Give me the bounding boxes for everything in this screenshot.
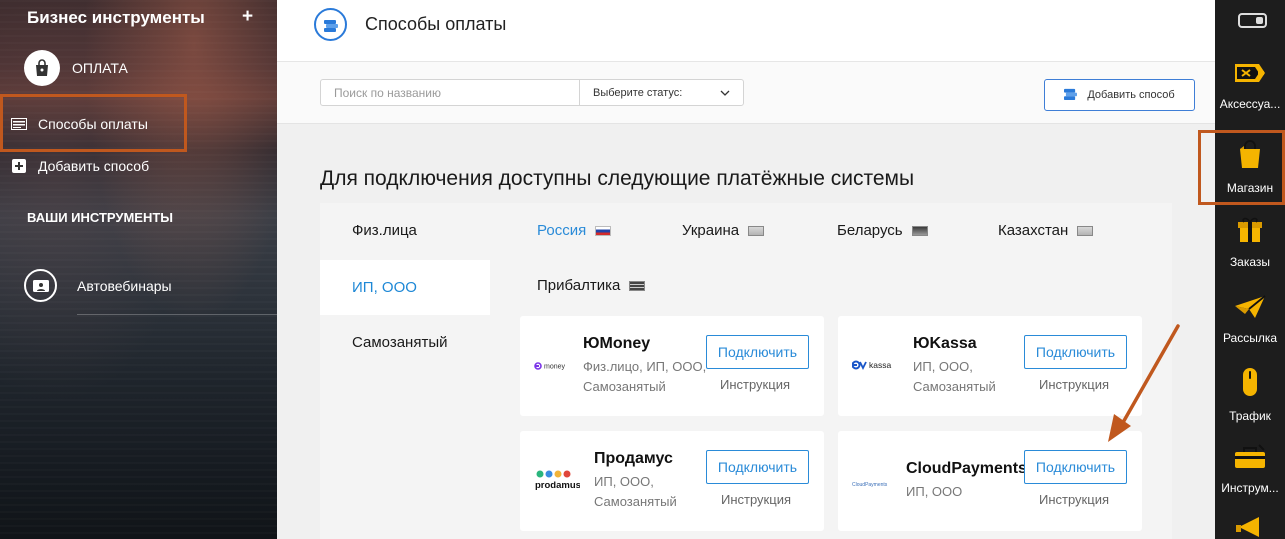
rbar-label: Трафик	[1229, 409, 1271, 423]
entity-type-tabs: Физ.лица ИП, ООО Самозанятый	[320, 203, 490, 539]
country-label: Казахстан	[998, 222, 1069, 239]
tab-country-ukraine[interactable]: Украина	[682, 222, 765, 239]
payment-description: Физ.лицо, ИП, ООО, Самозанятый	[583, 359, 707, 394]
sidebar-title: Бизнес инструменты	[27, 8, 205, 27]
russia-flag-icon	[595, 225, 612, 236]
rbar-label: Инструм...	[1221, 481, 1279, 495]
section-title: Для подключения доступны следующие платё…	[320, 167, 915, 190]
tab-ip-ooo[interactable]: ИП, ООО	[320, 260, 490, 315]
payment-name: CloudPayments	[906, 460, 1027, 477]
yukassa-logo-text: kassa	[869, 360, 891, 370]
rbar-label: Аксессуа...	[1219, 97, 1281, 111]
rbar-item-traffic[interactable]: Трафик	[1215, 366, 1285, 423]
prodamus-logo: prodamus	[534, 469, 581, 496]
highlight-annotation	[0, 94, 187, 152]
payment-name: Продамус	[594, 450, 673, 467]
country-label: Беларусь	[837, 222, 903, 239]
page-title: Способы оплаты	[365, 14, 507, 34]
rbar-item-mailing[interactable]: Рассылка	[1215, 292, 1285, 345]
payment-card-yumoney: money ЮMoney Физ.лицо, ИП, ООО, Самозаня…	[520, 316, 824, 416]
sidebar-section-title: ВАШИ ИНСТРУМЕНТЫ	[27, 210, 174, 225]
gift-box-icon	[1237, 216, 1263, 249]
rbar-item-orders[interactable]: Заказы	[1215, 216, 1285, 269]
payment-card-yukassa: kassa ЮKassa ИП, ООО, Самозанятый Подклю…	[838, 316, 1142, 416]
mouse-icon	[1240, 366, 1260, 403]
tab-country-kazakhstan[interactable]: Казахстан	[998, 222, 1094, 239]
page-header: Способы оплаты	[277, 0, 1215, 62]
right-app-bar: Аксессуа... Магазин Заказы Рассылка Траф…	[1215, 0, 1285, 539]
filter-toolbar: Выберите статус: Добавить способ	[277, 62, 1215, 124]
yukassa-logo: kassa	[851, 358, 898, 376]
country-label: Украина	[682, 222, 740, 239]
rbar-label: Рассылка	[1222, 331, 1278, 345]
main-content: Способы оплаты Выберите статус: Добавить…	[277, 0, 1215, 539]
shopping-bag-icon	[24, 50, 60, 86]
instruction-link[interactable]: Инструкция	[1039, 377, 1109, 392]
toolbox-icon	[1233, 442, 1267, 475]
toggle-switch[interactable]	[1238, 13, 1267, 28]
payment-description: ИП, ООО	[906, 484, 963, 499]
tab-self-employed[interactable]: Самозанятый	[320, 315, 490, 370]
connect-button[interactable]: Подключить	[706, 335, 809, 369]
search-input[interactable]	[320, 79, 580, 106]
cloudpayments-logo-text: CloudPayments	[852, 482, 888, 488]
sidebar-oplata[interactable]: ОПЛАТА	[24, 50, 128, 86]
instruction-link[interactable]: Инструкция	[721, 492, 791, 507]
country-label: Россия	[537, 222, 587, 239]
sidebar-item-add-method[interactable]: Добавить способ	[10, 158, 149, 174]
cloudpayments-logo: CloudPayments	[852, 475, 892, 493]
payment-description: ИП, ООО, Самозанятый	[594, 474, 677, 509]
sidebar-oplata-label: ОПЛАТА	[72, 60, 128, 76]
add-tool-button[interactable]: +	[242, 6, 253, 28]
sidebar-divider	[77, 314, 277, 315]
rbar-label: Заказы	[1229, 255, 1271, 269]
connect-button[interactable]: Подключить	[1024, 335, 1127, 369]
tab-country-belarus[interactable]: Беларусь	[837, 222, 928, 239]
instruction-link[interactable]: Инструкция	[1039, 492, 1109, 507]
add-method-button-label: Добавить способ	[1087, 89, 1175, 101]
sidebar-item-autowebinars[interactable]: Автовебинары	[24, 269, 172, 302]
tab-country-baltics[interactable]: Прибалтика	[537, 277, 646, 294]
add-method-button[interactable]: Добавить способ	[1044, 79, 1195, 111]
prodamus-logo-text: prodamus	[535, 480, 580, 491]
status-select-value: Выберите статус:	[593, 86, 683, 99]
instruction-link[interactable]: Инструкция	[720, 377, 790, 392]
chevron-down-icon	[720, 87, 730, 99]
tab-country-russia[interactable]: Россия	[537, 222, 612, 239]
payment-systems-panel: Физ.лица ИП, ООО Самозанятый Россия Укра…	[320, 203, 1172, 539]
country-label: Прибалтика	[537, 277, 621, 294]
rbar-item-accessories[interactable]: Аксессуа...	[1215, 60, 1285, 111]
kazakhstan-flag-icon	[1077, 225, 1094, 236]
webinar-icon	[24, 269, 57, 302]
megaphone-icon	[1235, 513, 1265, 539]
yumoney-logo: money	[534, 358, 570, 376]
yumoney-logo-text: money	[544, 364, 566, 371]
payment-name: ЮMoney	[583, 335, 651, 352]
sidebar-item-label: Автовебинары	[77, 277, 172, 294]
belarus-flag-icon	[911, 225, 928, 236]
connect-button[interactable]: Подключить	[706, 450, 809, 484]
wallet-icon	[1064, 87, 1078, 103]
payment-card-cloudpayments: CloudPayments CloudPayments ИП, ООО Подк…	[838, 431, 1142, 531]
wallet-icon	[314, 8, 347, 41]
payment-card-prodamus: prodamus Продамус ИП, ООО, Самозанятый П…	[520, 431, 824, 531]
left-sidebar: Бизнес инструменты + ОПЛАТА Способы опла…	[0, 0, 277, 539]
rbar-item-tools[interactable]: Инструм...	[1215, 442, 1285, 495]
plus-square-icon	[10, 159, 28, 173]
accessories-icon	[1231, 60, 1269, 91]
ukraine-flag-icon	[748, 225, 765, 236]
sidebar-item-label: Добавить способ	[38, 158, 150, 174]
highlight-annotation-shop	[1198, 130, 1285, 205]
status-select[interactable]: Выберите статус:	[579, 79, 744, 106]
payment-description: ИП, ООО, Самозанятый	[913, 359, 996, 394]
paper-plane-icon	[1233, 292, 1267, 325]
rbar-item-more[interactable]	[1215, 513, 1285, 539]
tab-individual[interactable]: Физ.лица	[320, 203, 490, 258]
baltics-flag-icon	[629, 280, 646, 291]
payment-name: ЮKassa	[913, 335, 977, 352]
connect-button[interactable]: Подключить	[1024, 450, 1127, 484]
